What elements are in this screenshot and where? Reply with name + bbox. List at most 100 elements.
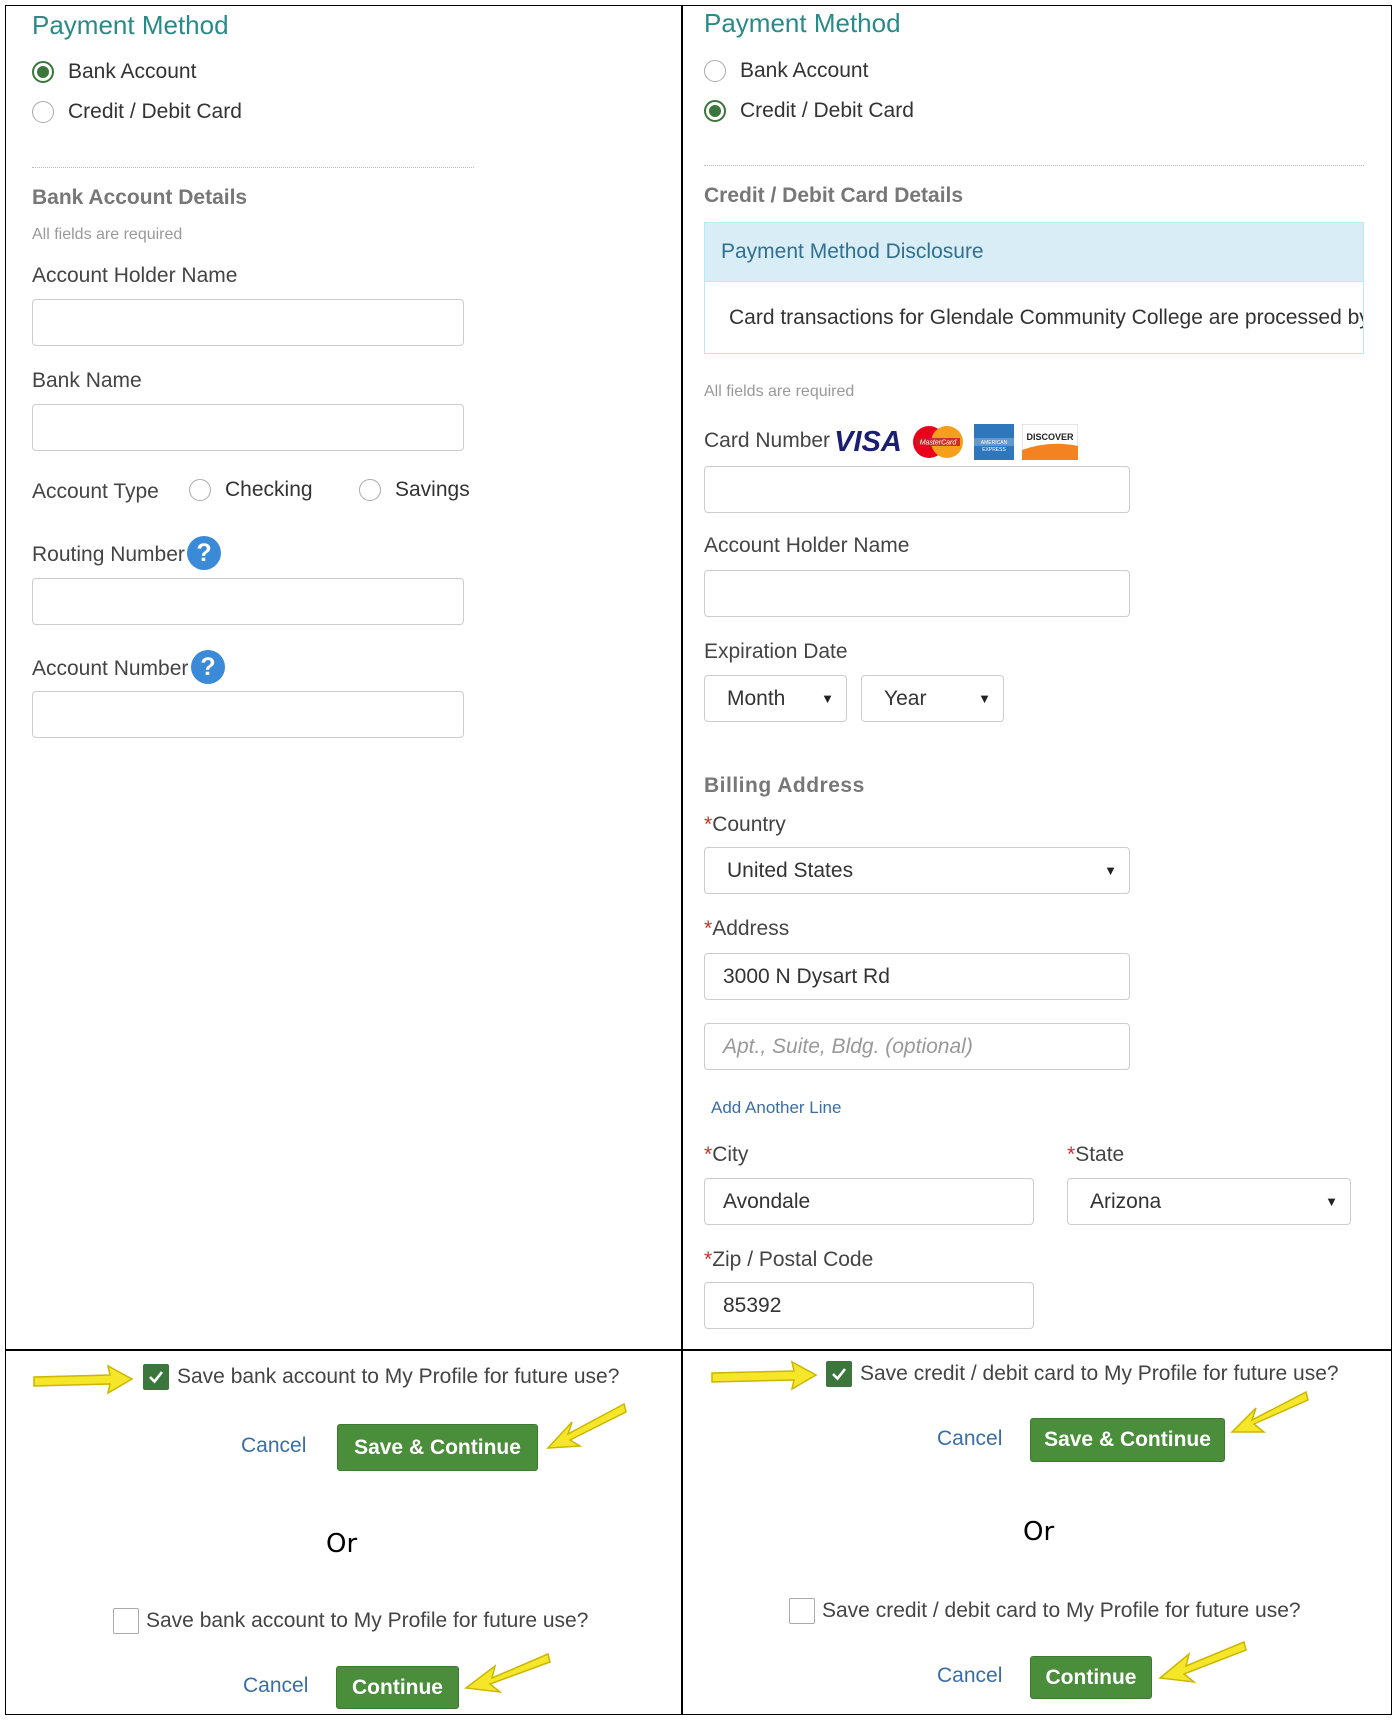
right-save-arrow-icon — [1230, 1390, 1309, 1433]
city-label: *City — [704, 1143, 748, 1167]
checkbox-unchecked-icon[interactable] — [113, 1608, 139, 1634]
radio-label: Checking — [225, 478, 313, 501]
bank-name-label: Bank Name — [32, 369, 142, 392]
caret-down-icon: ▼ — [978, 691, 991, 706]
card-holder-input[interactable] — [704, 570, 1130, 617]
routing-help-icon[interactable]: ? — [187, 536, 221, 570]
svg-text:AMERICAN: AMERICAN — [981, 440, 1008, 446]
left-cancel-link-1[interactable]: Cancel — [241, 1434, 306, 1458]
caret-down-icon: ▼ — [1104, 863, 1117, 878]
zip-input[interactable]: 85392 — [704, 1282, 1034, 1329]
account-type-label: Account Type — [32, 480, 159, 503]
billing-address-title: Billing Address — [704, 774, 865, 797]
left-continue-button[interactable]: Continue — [336, 1666, 459, 1709]
right-cancel-link-2[interactable]: Cancel — [937, 1664, 1002, 1688]
row-divider — [5, 1349, 1392, 1351]
checkbox-checked-icon[interactable] — [826, 1361, 852, 1387]
account-number-label: Account Number — [32, 657, 189, 680]
svg-text:MasterCard: MasterCard — [920, 440, 958, 447]
right-section-title: Credit / Debit Card Details — [704, 184, 964, 207]
radio-unchecked-icon[interactable] — [704, 60, 726, 82]
right-save-continue-button[interactable]: Save & Continue — [1030, 1418, 1225, 1462]
account-number-help-icon[interactable]: ? — [191, 650, 225, 684]
required-mark: * — [704, 813, 713, 836]
right-divider — [704, 165, 1364, 166]
country-select[interactable]: United States ▼ — [704, 847, 1130, 894]
select-value: Arizona — [1090, 1189, 1162, 1213]
required-mark: * — [1067, 1143, 1076, 1166]
account-type-checking[interactable]: Checking — [189, 478, 313, 502]
left-radio-credit-card[interactable]: Credit / Debit Card — [32, 100, 242, 124]
svg-text:DISCOVER: DISCOVER — [1026, 432, 1074, 442]
routing-number-label: Routing Number — [32, 543, 185, 566]
radio-label: Bank Account — [740, 59, 869, 82]
expiration-month-select[interactable]: Month ▼ — [704, 675, 847, 722]
radio-checked-icon[interactable] — [704, 100, 726, 122]
right-radio-bank-account[interactable]: Bank Account — [704, 59, 868, 83]
state-select[interactable]: Arizona ▼ — [1067, 1178, 1351, 1225]
account-holder-input[interactable] — [32, 299, 464, 346]
label-text: State — [1075, 1143, 1125, 1166]
disclosure-header[interactable]: Payment Method Disclosure — [704, 222, 1364, 282]
right-or-text: Or — [1023, 1517, 1055, 1547]
left-save-checkbox-checked[interactable]: Save bank account to My Profile for futu… — [143, 1364, 619, 1390]
checkbox-checked-icon[interactable] — [143, 1364, 169, 1390]
left-required-note: All fields are required — [32, 226, 183, 243]
right-payment-method-heading: Payment Method — [704, 8, 901, 38]
select-value: Year — [884, 686, 927, 710]
city-input[interactable]: Avondale — [704, 1178, 1034, 1225]
card-logos: VISA MasterCard AMERICAN EXPRESS DISCOVER — [834, 424, 1078, 460]
amex-logo-icon: AMERICAN EXPRESS — [974, 424, 1014, 460]
add-another-line-link[interactable]: Add Another Line — [711, 1098, 841, 1118]
account-number-input[interactable] — [32, 691, 464, 738]
right-radio-credit-card[interactable]: Credit / Debit Card — [704, 99, 914, 123]
country-label: *Country — [704, 813, 786, 837]
account-type-savings[interactable]: Savings — [359, 478, 470, 502]
left-save-continue-button[interactable]: Save & Continue — [337, 1424, 538, 1471]
disclosure-body: Card transactions for Glendale Community… — [704, 282, 1364, 354]
svg-text:EXPRESS: EXPRESS — [982, 447, 1006, 453]
visa-logo-icon: VISA — [834, 425, 902, 458]
required-mark: * — [704, 1248, 713, 1271]
right-save-checkbox-unchecked[interactable]: Save credit / debit card to My Profile f… — [789, 1598, 1301, 1624]
required-mark: * — [704, 917, 713, 940]
radio-label: Credit / Debit Card — [68, 100, 242, 123]
left-or-text: Or — [326, 1529, 358, 1559]
right-required-note: All fields are required — [704, 383, 855, 400]
checkbox-label: Save credit / debit card to My Profile f… — [860, 1362, 1339, 1385]
radio-unchecked-icon[interactable] — [189, 479, 211, 501]
right-continue-arrow-icon — [1158, 1640, 1247, 1684]
checkbox-label: Save bank account to My Profile for futu… — [177, 1365, 620, 1388]
radio-label: Savings — [395, 478, 470, 501]
radio-unchecked-icon[interactable] — [32, 101, 54, 123]
label-text: City — [712, 1143, 749, 1166]
right-continue-button[interactable]: Continue — [1030, 1656, 1152, 1699]
left-section-title: Bank Account Details — [32, 186, 248, 209]
address-input[interactable]: 3000 N Dysart Rd — [704, 953, 1130, 1000]
routing-number-input[interactable] — [32, 578, 464, 625]
right-save-checkbox-checked[interactable]: Save credit / debit card to My Profile f… — [826, 1361, 1339, 1387]
caret-down-icon: ▼ — [1325, 1194, 1338, 1209]
bank-name-input[interactable] — [32, 404, 464, 451]
state-label: *State — [1067, 1143, 1124, 1167]
address-line2-input[interactable]: Apt., Suite, Bldg. (optional) — [704, 1023, 1130, 1070]
card-number-label: Card Number — [704, 429, 831, 452]
card-holder-label: Account Holder Name — [704, 534, 910, 557]
expiration-year-select[interactable]: Year ▼ — [861, 675, 1004, 722]
left-cancel-link-2[interactable]: Cancel — [243, 1674, 308, 1698]
radio-label: Credit / Debit Card — [740, 99, 914, 122]
mastercard-logo-icon: MasterCard — [910, 424, 966, 460]
right-checkbox-arrow-icon — [711, 1360, 818, 1391]
radio-checked-icon[interactable] — [32, 61, 54, 83]
left-radio-bank-account[interactable]: Bank Account — [32, 60, 196, 84]
card-number-input[interactable] — [704, 466, 1130, 513]
discover-logo-icon: DISCOVER — [1022, 424, 1078, 460]
right-cancel-link-1[interactable]: Cancel — [937, 1427, 1002, 1451]
left-checkbox-arrow-icon — [33, 1364, 134, 1395]
select-value: United States — [727, 858, 854, 882]
left-save-checkbox-unchecked[interactable]: Save bank account to My Profile for futu… — [113, 1608, 588, 1634]
left-payment-method-heading: Payment Method — [32, 10, 229, 40]
radio-unchecked-icon[interactable] — [359, 479, 381, 501]
checkbox-unchecked-icon[interactable] — [789, 1598, 815, 1624]
zip-label: *Zip / Postal Code — [704, 1248, 873, 1272]
